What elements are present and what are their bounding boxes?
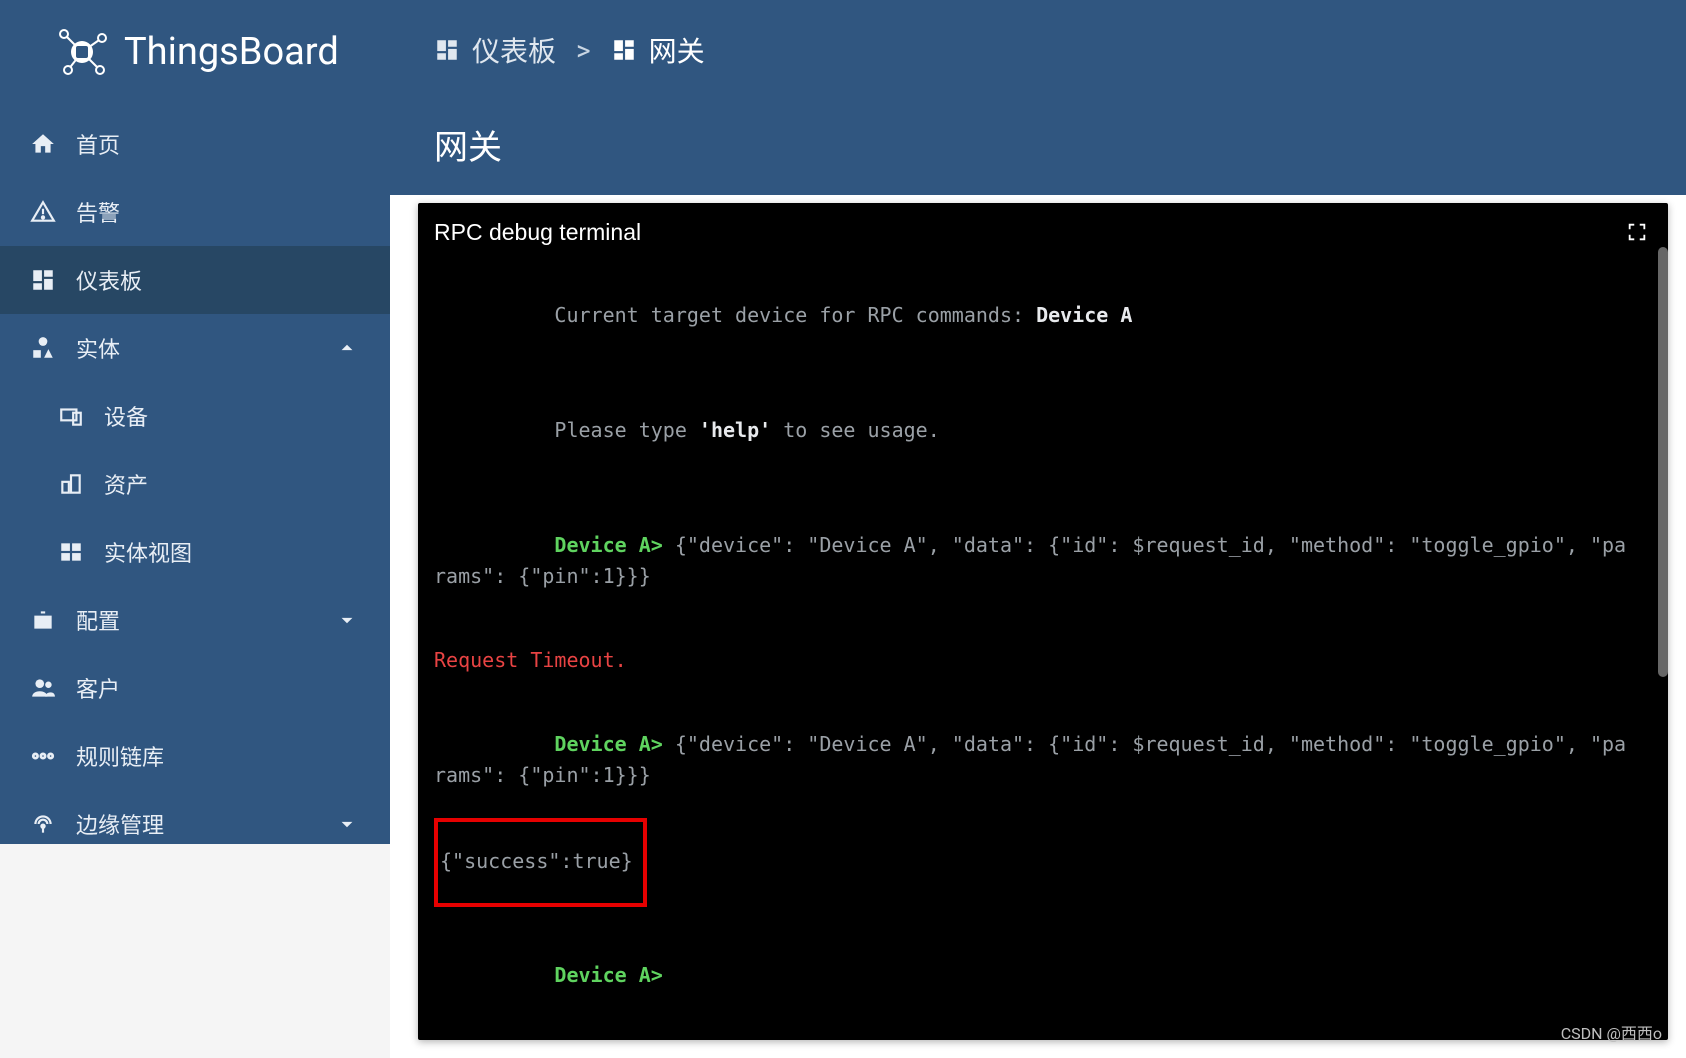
home-icon <box>30 131 56 157</box>
dashboard-icon <box>30 267 56 293</box>
terminal-text: Current target device for RPC commands: <box>554 303 1036 327</box>
sidebar-item-label: 实体 <box>76 332 120 364</box>
main-area: 仪表板 > 网关 网关 RPC debug terminal Current t… <box>390 0 1686 844</box>
terminal-text: to see usage. <box>771 418 940 442</box>
sidebar-item-label: 规则链库 <box>76 740 164 772</box>
sidebar-item-settings[interactable]: 配置 <box>0 586 390 654</box>
sidebar-item-assets[interactable]: 资产 <box>0 450 390 518</box>
sidebar-item-label: 告警 <box>76 196 120 228</box>
sidebar-item-home[interactable]: 首页 <box>0 110 390 178</box>
terminal-prompt: Device A <box>554 533 650 557</box>
terminal-help-cmd: 'help' <box>699 418 771 442</box>
breadcrumb-dashboards[interactable]: 仪表板 <box>434 30 556 70</box>
devices-icon <box>58 403 84 429</box>
briefcase-icon <box>30 607 56 633</box>
thingsboard-logo-icon <box>54 24 110 80</box>
sidebar-item-entity-views[interactable]: 实体视图 <box>0 518 390 586</box>
entity-views-icon <box>58 539 84 565</box>
breadcrumb-gateway[interactable]: 网关 <box>611 30 705 70</box>
sidebar-item-label: 资产 <box>104 468 148 500</box>
dashboard-icon <box>434 37 460 63</box>
terminal-prompt-symbol: > <box>651 732 663 756</box>
alarm-icon <box>30 199 56 225</box>
sidebar-item-label: 设备 <box>104 400 148 432</box>
breadcrumb-separator: > <box>576 34 591 67</box>
dashboard-icon <box>611 37 637 63</box>
breadcrumb: 仪表板 > 网关 <box>390 0 1686 100</box>
sidebar-item-dashboards[interactable]: 仪表板 <box>0 246 390 314</box>
sidebar-item-label: 仪表板 <box>76 264 142 296</box>
sidebar-item-edge[interactable]: 边缘管理 <box>0 790 390 858</box>
terminal-prompt: Device A <box>554 963 650 987</box>
sidebar-item-label: 边缘管理 <box>76 808 164 840</box>
chevron-up-icon <box>334 335 360 361</box>
terminal-device-name: Device A <box>1036 303 1132 327</box>
breadcrumb-label: 仪表板 <box>472 30 556 70</box>
assets-icon <box>58 471 84 497</box>
rpc-terminal-widget: RPC debug terminal Current target device… <box>418 203 1668 1040</box>
brand-name: ThingsBoard <box>124 30 339 74</box>
sidebar-item-customers[interactable]: 客户 <box>0 654 390 722</box>
chevron-down-icon <box>334 811 360 837</box>
content-area: RPC debug terminal Current target device… <box>390 195 1686 1058</box>
terminal-prompt-symbol: > <box>651 533 663 557</box>
entities-icon <box>30 335 56 361</box>
terminal-body[interactable]: Current target device for RPC commands: … <box>434 269 1652 1022</box>
logo[interactable]: ThingsBoard <box>0 0 390 110</box>
terminal-prompt-symbol: > <box>651 963 663 987</box>
page-title: 网关 <box>390 100 1686 195</box>
sidebar-item-label: 首页 <box>76 128 120 160</box>
sidebar-item-label: 配置 <box>76 604 120 636</box>
sidebar-item-entities[interactable]: 实体 <box>0 314 390 382</box>
edge-icon <box>30 811 56 837</box>
sidebar-item-rule-chains[interactable]: 规则链库 <box>0 722 390 790</box>
breadcrumb-label: 网关 <box>649 30 705 70</box>
chevron-down-icon <box>334 607 360 633</box>
sidebar-item-devices[interactable]: 设备 <box>0 382 390 450</box>
fullscreen-button[interactable] <box>1626 221 1648 243</box>
terminal-text: Please type <box>554 418 699 442</box>
terminal-response: {"success":true} <box>440 846 633 877</box>
terminal-error: Request Timeout. <box>434 645 1634 676</box>
sidebar: ThingsBoard 首页 告警 仪表板 实体 设备 <box>0 0 390 844</box>
sidebar-item-alarms[interactable]: 告警 <box>0 178 390 246</box>
sidebar-item-label: 客户 <box>76 672 120 704</box>
sidebar-item-label: 实体视图 <box>104 536 192 568</box>
watermark: CSDN @西西o <box>1561 1020 1662 1044</box>
rule-chains-icon <box>30 743 56 769</box>
terminal-scrollbar[interactable] <box>1658 247 1668 677</box>
customers-icon <box>30 675 56 701</box>
terminal-title: RPC debug terminal <box>434 215 1652 251</box>
terminal-prompt: Device A <box>554 732 650 756</box>
highlight-annotation: {"success":true} <box>434 818 647 907</box>
